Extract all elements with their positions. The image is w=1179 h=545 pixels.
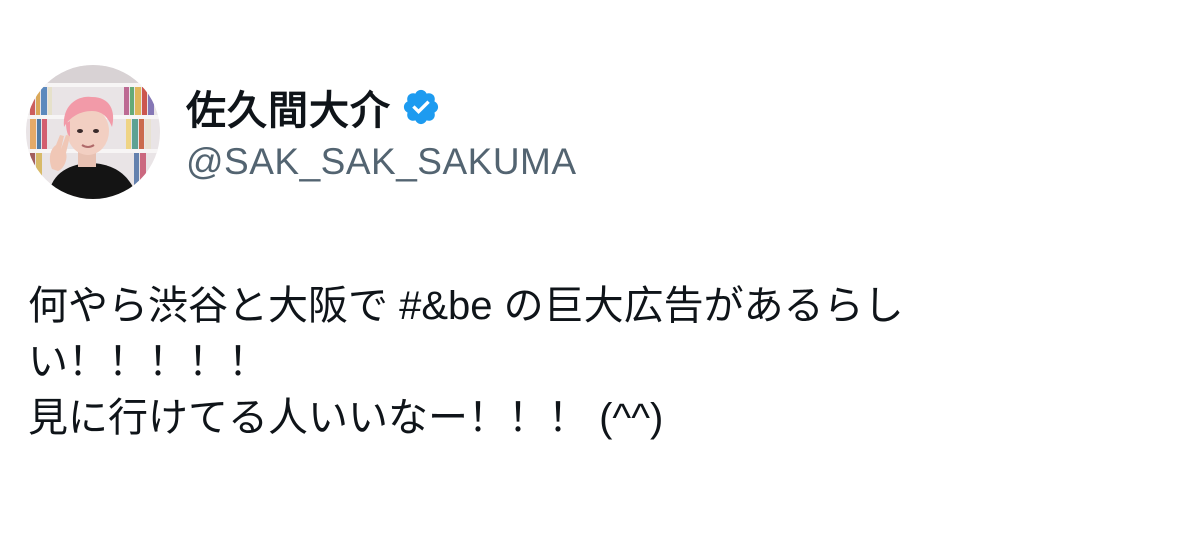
- tweet-header: 佐久間大介 @SAK_SAK_SAKUMA: [26, 64, 577, 200]
- verified-badge-icon: [401, 87, 441, 127]
- name-row: 佐久間大介: [186, 81, 577, 133]
- tweet-text: 何やら渋谷と大阪で #&be の巨大広告があるらし い！！！！！ 見に行けてる人…: [28, 278, 1148, 446]
- user-handle[interactable]: @SAK_SAK_SAKUMA: [186, 141, 577, 183]
- tweet-text-segment: 何やら渋谷と大阪で: [28, 284, 400, 328]
- display-name[interactable]: 佐久間大介: [186, 78, 391, 136]
- tweet-line-3: 見に行けてる人いいなー！！！ (^^): [28, 396, 664, 440]
- tweet-line-2: い！！！！！: [28, 340, 268, 384]
- tweet-text-segment: の巨大広告があるらし: [492, 284, 904, 328]
- avatar[interactable]: [26, 65, 160, 199]
- hashtag-link[interactable]: #&be: [399, 284, 492, 328]
- tweet-card: 佐久間大介 @SAK_SAK_SAKUMA 何やら渋谷と大阪で #&be の巨大…: [0, 0, 1179, 545]
- tweet-line-1: 何やら渋谷と大阪で #&be の巨大広告があるらし: [28, 278, 1148, 334]
- avatar-image: [26, 65, 160, 199]
- user-info: 佐久間大介 @SAK_SAK_SAKUMA: [186, 81, 577, 183]
